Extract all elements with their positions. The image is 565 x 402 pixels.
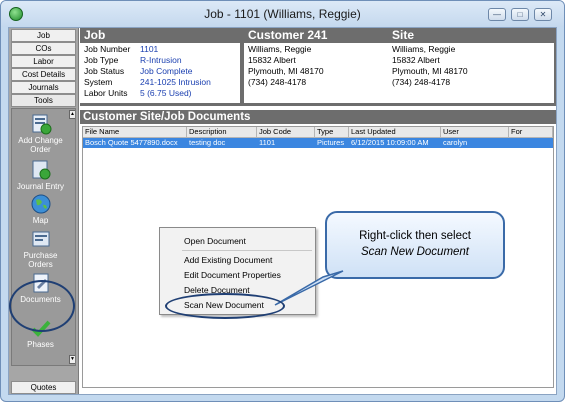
job-status-value: Job Complete — [140, 66, 193, 76]
site-column: Site — [392, 28, 552, 43]
cell-job-code: 1101 — [259, 138, 276, 147]
cell-last-updated: 6/12/2015 10:09:00 AM — [351, 138, 429, 147]
job-details: Job Number 1101 Job Type R-Intrusion Job… — [80, 43, 240, 103]
tab-labor[interactable]: Labor — [11, 55, 76, 68]
table-row[interactable]: Bosch Quote 5477890.docx testing doc 110… — [83, 138, 553, 148]
documents-heading: Customer Site/Job Documents — [80, 110, 556, 124]
job-type-label: Job Type — [84, 55, 119, 65]
cell-for — [509, 138, 511, 148]
tool-label: Map — [32, 216, 49, 225]
column-header-for[interactable]: For — [509, 127, 553, 138]
tool-map[interactable]: Map — [12, 193, 69, 225]
tools-scroll-down-button[interactable]: ▼ — [69, 355, 75, 364]
column-header-description[interactable]: Description — [187, 127, 257, 138]
job-window: Job - 1101 (Williams, Reggie) — □ ✕ Job … — [0, 0, 565, 402]
job-header: Job Job Number 1101 Job Type R-Intrusion… — [80, 28, 556, 106]
labor-units-label: Labor Units — [84, 88, 128, 98]
tool-label: Purchase Orders — [23, 251, 58, 269]
job-number-label: Job Number — [84, 44, 131, 54]
maximize-button[interactable]: □ — [511, 8, 529, 21]
cell-type: Pictures — [317, 138, 345, 147]
add-change-order-icon — [32, 114, 51, 135]
job-type-value: R-Intrusion — [140, 55, 182, 65]
sidebar: Job COs Labor Cost Details Journals Tool… — [9, 28, 79, 394]
title-bar[interactable]: Job - 1101 (Williams, Reggie) — □ ✕ — [1, 1, 564, 27]
callout-line-2: Scan New Document — [360, 246, 470, 258]
cell-user: carolyn — [443, 138, 468, 147]
tool-label: Journal Entry — [16, 182, 65, 191]
tool-journal-entry[interactable]: Journal Entry — [12, 159, 69, 191]
system-value: 241-1025 Intrusion — [140, 77, 211, 87]
job-column: Job — [84, 28, 244, 43]
customer-name: Williams, Reggie — [248, 44, 312, 54]
job-status-label: Job Status — [84, 66, 125, 76]
tab-cost-details[interactable]: Cost Details — [11, 68, 76, 81]
menu-item-add-existing-document[interactable]: Add Existing Document — [184, 255, 272, 265]
journal-entry-icon — [32, 160, 50, 180]
column-header-type[interactable]: Type — [315, 127, 349, 138]
column-header-last-updated[interactable]: Last Updated — [349, 127, 441, 138]
tab-job[interactable]: Job — [11, 29, 76, 42]
tab-journals[interactable]: Journals — [11, 81, 76, 94]
site-street: 15832 Albert — [392, 55, 440, 65]
system-label: System — [84, 77, 113, 87]
instruction-callout: Right-click then select Scan New Documen… — [325, 211, 505, 279]
tab-cos[interactable]: COs — [11, 42, 76, 55]
minimize-button[interactable]: — — [488, 8, 506, 21]
menu-separator — [182, 250, 312, 251]
column-header-user[interactable]: User — [441, 127, 509, 138]
tools-scroll-up-button[interactable]: ▲ — [69, 110, 75, 119]
callout-line-1: Right-click then select — [359, 230, 471, 242]
labor-units-value: 5 (6.75 Used) — [140, 88, 192, 98]
menu-item-edit-document-properties[interactable]: Edit Document Properties — [184, 270, 281, 280]
site-name: Williams, Reggie — [392, 44, 456, 54]
purchase-order-icon — [32, 231, 49, 247]
tab-tools[interactable]: Tools — [11, 94, 76, 107]
customer-phone: (734) 248-4178 — [248, 77, 307, 87]
close-button[interactable]: ✕ — [534, 8, 552, 21]
tab-quotes[interactable]: Quotes — [11, 381, 76, 394]
column-header-file-name[interactable]: File Name — [83, 127, 187, 138]
tool-purchase-orders[interactable]: Purchase Orders — [12, 228, 69, 269]
customer-city: Plymouth, MI 48170 — [248, 66, 324, 76]
customer-details: Williams, Reggie 15832 Albert Plymouth, … — [244, 43, 388, 103]
cell-description: testing doc — [189, 138, 226, 147]
job-heading: Job — [84, 28, 106, 42]
site-city: Plymouth, MI 48170 — [392, 66, 468, 76]
site-heading: Site — [392, 28, 415, 42]
site-phone: (734) 248-4178 — [392, 77, 451, 87]
window-title: Job - 1101 (Williams, Reggie) — [204, 7, 361, 21]
globe-icon — [31, 194, 50, 214]
column-header-job-code[interactable]: Job Code — [257, 127, 315, 138]
tool-add-change-order[interactable]: Add Change Order — [12, 113, 69, 154]
customer-street: 15832 Albert — [248, 55, 296, 65]
menu-item-open-document[interactable]: Open Document — [184, 236, 246, 246]
tool-label: Add Change Order — [18, 136, 63, 154]
documents-highlight-ring — [9, 280, 75, 332]
tool-label: Phases — [27, 340, 54, 349]
job-number-value: 1101 — [140, 44, 159, 54]
site-details: Williams, Reggie 15832 Albert Plymouth, … — [388, 43, 554, 103]
customer-column: Customer 241 — [248, 28, 390, 43]
customer-heading: Customer 241 — [248, 28, 328, 42]
cell-file-name: Bosch Quote 5477890.docx — [85, 138, 178, 147]
scan-highlight-ring — [165, 293, 285, 319]
